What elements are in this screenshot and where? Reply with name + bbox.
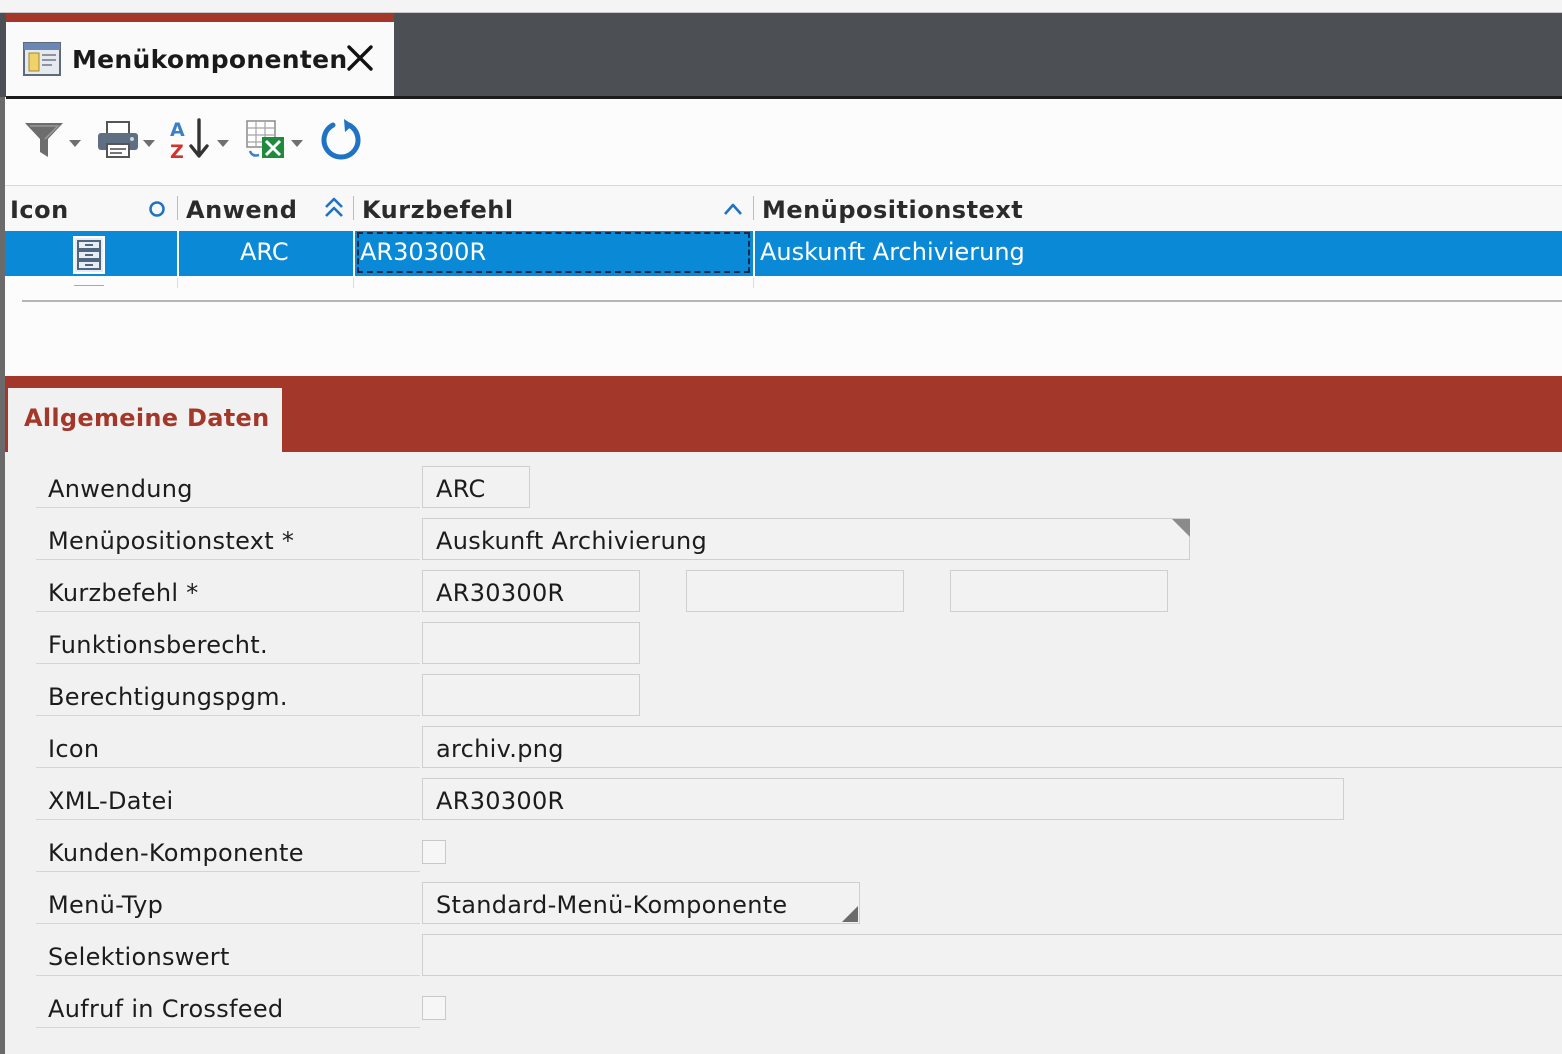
label-icon: Icon xyxy=(48,735,100,763)
excel-export-icon xyxy=(244,117,288,165)
column-header-menuepositionstext[interactable]: Menüpositionstext xyxy=(762,196,1023,224)
label-menue-typ: Menü-Typ xyxy=(48,891,164,919)
cell-menuepositionstext[interactable]: Auskunft Archivierung xyxy=(760,238,1025,266)
xml-datei-field[interactable]: AR30300R xyxy=(422,778,1344,820)
label-anwendung: Anwendung xyxy=(48,475,193,503)
kurzbefehl-field-2[interactable] xyxy=(686,570,904,612)
printer-icon xyxy=(96,117,140,165)
chevron-down-icon xyxy=(291,139,303,147)
svg-text:Z: Z xyxy=(170,141,184,162)
panel-top-border xyxy=(6,96,1562,99)
label-underline xyxy=(36,871,420,872)
label-underline xyxy=(36,663,420,664)
berechtigungspgm-field[interactable] xyxy=(422,674,640,716)
tab-active-accent xyxy=(6,13,394,22)
refresh-button[interactable] xyxy=(318,116,364,166)
print-button[interactable] xyxy=(96,116,155,166)
filter-button[interactable] xyxy=(22,116,81,166)
label-underline xyxy=(36,1027,420,1028)
label-underline xyxy=(36,715,420,716)
kurzbefehl-field-3[interactable] xyxy=(950,570,1168,612)
tab-title: Menükomponenten xyxy=(72,45,348,74)
icon-field[interactable]: archiv.png xyxy=(422,726,1562,768)
label-underline xyxy=(36,767,420,768)
chevron-down-icon xyxy=(143,139,155,147)
chevron-down-icon xyxy=(69,139,81,147)
column-divider[interactable] xyxy=(177,196,178,220)
column-divider[interactable] xyxy=(353,196,354,220)
kurzbefehl-field[interactable]: AR30300R xyxy=(422,570,640,612)
refresh-icon xyxy=(318,116,364,166)
chevron-down-icon xyxy=(217,139,229,147)
sort-double-up-icon[interactable] xyxy=(323,196,345,220)
sort-button[interactable]: A Z xyxy=(168,116,229,166)
label-underline xyxy=(36,819,420,820)
row-divider xyxy=(753,278,754,288)
dropdown-corner-icon[interactable] xyxy=(842,906,858,922)
label-kurzbefehl: Kurzbefehl * xyxy=(48,579,199,607)
row-divider xyxy=(177,278,178,288)
selektionswert-field[interactable] xyxy=(422,934,1562,976)
window-top-strip xyxy=(0,0,1562,13)
label-underline xyxy=(36,611,420,612)
archive-cabinet-icon xyxy=(72,235,106,275)
row-divider xyxy=(177,231,179,276)
anwendung-field[interactable]: ARC xyxy=(422,466,530,508)
excel-export-button[interactable] xyxy=(244,116,303,166)
label-menuepositionstext: Menüpositionstext * xyxy=(48,527,295,555)
label-kunden-komponente: Kunden-Komponente xyxy=(48,839,304,867)
sort-circle-icon[interactable] xyxy=(148,200,166,218)
row-divider xyxy=(353,278,354,288)
label-underline xyxy=(36,975,420,976)
multilanguage-corner-icon[interactable] xyxy=(1172,519,1190,537)
row-divider xyxy=(753,231,755,276)
label-xml-datei: XML-Datei xyxy=(48,787,174,815)
next-row-icon-stub xyxy=(74,285,104,289)
cell-anwend[interactable]: ARC xyxy=(240,238,289,266)
close-icon[interactable] xyxy=(342,40,378,76)
column-divider[interactable] xyxy=(753,196,754,220)
funktionsberecht-field[interactable] xyxy=(422,622,640,664)
label-funktionsberecht: Funktionsberecht. xyxy=(48,631,268,659)
horizontal-scrollbar[interactable] xyxy=(22,300,1562,302)
label-berechtigungspgm: Berechtigungspgm. xyxy=(48,683,288,711)
menuepositionstext-field[interactable]: Auskunft Archivierung xyxy=(422,518,1190,560)
filter-icon xyxy=(22,117,66,165)
column-header-kurzbefehl[interactable]: Kurzbefehl xyxy=(362,196,514,224)
sort-up-icon[interactable] xyxy=(722,198,744,218)
menue-typ-select[interactable]: Standard-Menü-Komponente xyxy=(422,882,860,924)
window-app-icon xyxy=(22,40,62,78)
label-underline xyxy=(36,507,420,508)
label-aufruf-crossfeed: Aufruf in Crossfeed xyxy=(48,995,284,1023)
label-underline xyxy=(36,559,420,560)
kunden-komponente-checkbox[interactable] xyxy=(422,840,446,864)
column-header-icon[interactable]: Icon xyxy=(10,196,69,224)
label-selektionswert: Selektionswert xyxy=(48,943,230,971)
sort-az-icon: A Z xyxy=(168,116,214,166)
row-divider xyxy=(353,231,355,276)
cell-kurzbefehl[interactable]: AR30300R xyxy=(360,238,486,266)
label-underline xyxy=(36,923,420,924)
svg-text:A: A xyxy=(170,119,185,141)
tab-allgemeine-daten-label: Allgemeine Daten xyxy=(24,404,270,432)
column-header-anwend[interactable]: Anwend xyxy=(186,196,297,224)
aufruf-crossfeed-checkbox[interactable] xyxy=(422,996,446,1020)
